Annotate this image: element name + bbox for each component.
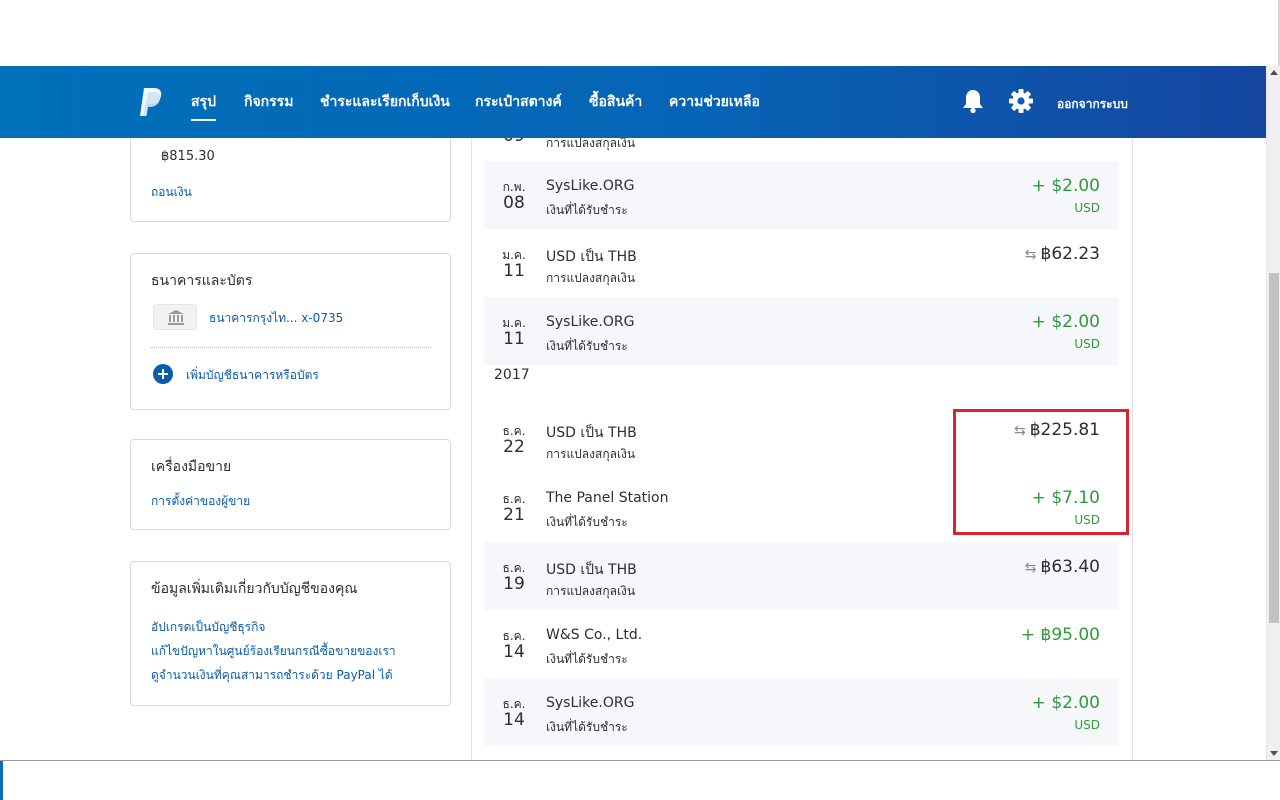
- nav-shop[interactable]: ซื้อสินค้า: [589, 91, 642, 113]
- row-amount: ⇆ ฿63.40: [1025, 557, 1100, 577]
- logout-link[interactable]: ออกจากระบบ: [1057, 95, 1128, 114]
- gear-icon[interactable]: [1008, 88, 1034, 114]
- row-day: 21: [503, 505, 525, 525]
- activity-row[interactable]: ธ.ค. 14 SysLike.ORG เงินที่ได้รับชำระ + …: [484, 678, 1118, 746]
- activity-row[interactable]: ม.ค. 11 SysLike.ORG เงินที่ได้รับชำระ + …: [484, 297, 1118, 365]
- row-type: การแปลงสกุลเงิน: [546, 138, 636, 150]
- add-bank-card-label[interactable]: เพิ่มบัญชีธนาคารหรือบัตร: [186, 366, 319, 385]
- row-day: 14: [503, 642, 525, 662]
- row-name: SysLike.ORG: [546, 178, 635, 194]
- row-amount: ⇆ ฿62.23: [1025, 244, 1100, 264]
- nav-summary[interactable]: สรุป: [191, 91, 216, 121]
- row-name: USD เป็น THB: [546, 562, 637, 578]
- seller-tools-card: เครื่องมือขาย การตั้งค่าของผู้ขาย: [130, 439, 451, 530]
- banks-cards-card: ธนาคารและบัตร ธนาคารกรุงไท... x-0735 เพิ…: [130, 253, 451, 410]
- row-day: 11: [503, 261, 525, 281]
- transfer-arrows-icon: ⇆: [1024, 560, 1037, 576]
- paypal-limit-link[interactable]: ดูจำนวนเงินที่คุณสามารถชำระด้วย PayPal ไ…: [151, 666, 393, 685]
- bank-icon: [153, 304, 197, 330]
- year-heading: 2017: [494, 367, 530, 383]
- row-currency: USD: [1074, 718, 1100, 732]
- row-name: SysLike.ORG: [546, 314, 635, 330]
- paypal-logo-icon[interactable]: [138, 86, 164, 118]
- bank-account-row[interactable]: ธนาคารกรุงไท... x-0735: [153, 304, 433, 330]
- transfer-arrows-icon: ⇆: [1024, 247, 1037, 263]
- row-day: 14: [503, 710, 525, 730]
- activity-row[interactable]: ธ.ค. 14 W&S Co., Ltd. เงินที่ได้รับชำระ …: [484, 610, 1118, 678]
- top-navigation-bar: สรุป กิจกรรม ชำระและเรียกเก็บเงิน กระเป๋…: [0, 66, 1266, 138]
- row-type: เงินที่ได้รับชำระ: [546, 339, 628, 353]
- bank-name[interactable]: ธนาคารกรุงไท... x-0735: [209, 309, 343, 328]
- row-currency: USD: [1074, 201, 1100, 215]
- row-amount: + $2.00: [1031, 693, 1100, 713]
- row-amount-value: ฿62.23: [1040, 244, 1100, 264]
- bell-icon[interactable]: [961, 88, 985, 114]
- banks-cards-title: ธนาคารและบัตร: [151, 273, 253, 289]
- scrollbar-thumb[interactable]: [1269, 273, 1279, 623]
- row-type: เงินที่ได้รับชำระ: [546, 652, 628, 666]
- activity-row[interactable]: ก.พ. 08 SysLike.ORG เงินที่ได้รับชำระ + …: [484, 161, 1118, 229]
- row-name: USD เป็น THB: [546, 249, 637, 265]
- balance-card: ฿815.30 ถอนเงิน: [130, 138, 451, 222]
- nav-activity[interactable]: กิจกรรม: [244, 91, 293, 113]
- row-amount: + $2.00: [1031, 312, 1100, 332]
- row-type: การแปลงสกุลเงิน: [546, 584, 636, 598]
- nav-send-request[interactable]: ชำระและเรียกเก็บเงิน: [320, 91, 450, 113]
- balance-amount: ฿815.30: [161, 149, 215, 164]
- resolution-center-link[interactable]: แก้ไขปัญหาในศูนย์ร้องเรียนกรณีซื้อขายของ…: [151, 642, 396, 661]
- row-day: 22: [503, 437, 525, 457]
- row-type: เงินที่ได้รับชำระ: [546, 203, 628, 217]
- row-name: SysLike.ORG: [546, 695, 635, 711]
- browser-bottom-area: [0, 760, 1280, 800]
- row-type: เงินที่ได้รับชำระ: [546, 515, 628, 529]
- scroll-down-arrow-icon[interactable]: [1270, 751, 1278, 756]
- add-circle-icon: [153, 364, 173, 384]
- divider: [151, 347, 431, 348]
- scroll-up-arrow-icon[interactable]: [1270, 70, 1278, 75]
- vertical-scrollbar[interactable]: [1266, 66, 1280, 760]
- account-info-title: ข้อมูลเพิ่มเติมเกี่ยวกับบัญชีของคุณ: [151, 581, 358, 597]
- seller-tools-title: เครื่องมือขาย: [151, 459, 232, 475]
- row-name: W&S Co., Ltd.: [546, 627, 643, 643]
- activity-row[interactable]: ธ.ค. 19 USD เป็น THB การแปลงสกุลเงิน ⇆ ฿6…: [484, 542, 1118, 610]
- browser-top-area: [0, 0, 1280, 66]
- row-amount: + ฿95.00: [1020, 625, 1100, 645]
- row-amount: + $2.00: [1031, 176, 1100, 196]
- account-info-card: ข้อมูลเพิ่มเติมเกี่ยวกับบัญชีของคุณ อัปเ…: [130, 561, 451, 706]
- row-name: USD เป็น THB: [546, 425, 637, 441]
- upgrade-business-link[interactable]: อัปเกรดเป็นบัญชีธุรกิจ: [151, 618, 265, 637]
- row-currency: USD: [1074, 337, 1100, 351]
- seller-settings-link[interactable]: การตั้งค่าของผู้ขาย: [151, 492, 250, 511]
- nav-help[interactable]: ความช่วยเหลือ: [669, 91, 760, 113]
- withdraw-link[interactable]: ถอนเงิน: [151, 183, 192, 202]
- activity-row[interactable]: 09 การแปลงสกุลเงิน: [484, 138, 1118, 162]
- row-day: 19: [503, 574, 525, 594]
- row-name: The Panel Station: [546, 490, 669, 506]
- highlight-box: [953, 409, 1129, 535]
- row-day: 09: [500, 138, 528, 146]
- row-type: การแปลงสกุลเงิน: [546, 447, 636, 461]
- activity-row[interactable]: ม.ค. 11 USD เป็น THB การแปลงสกุลเงิน ⇆ ฿6…: [484, 229, 1118, 297]
- row-type: การแปลงสกุลเงิน: [546, 271, 636, 285]
- row-day: 11: [503, 329, 525, 349]
- row-type: เงินที่ได้รับชำระ: [546, 720, 628, 734]
- row-day: 08: [503, 193, 525, 213]
- row-amount-value: ฿63.40: [1040, 557, 1100, 577]
- nav-wallet[interactable]: กระเป๋าสตางค์: [475, 91, 562, 113]
